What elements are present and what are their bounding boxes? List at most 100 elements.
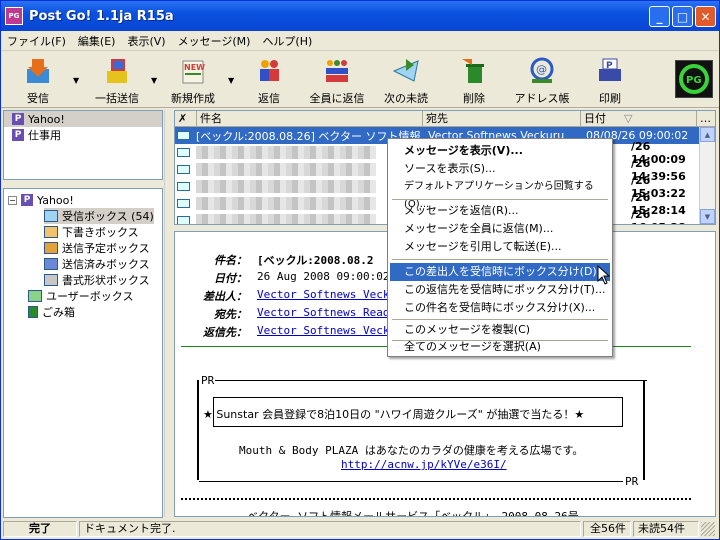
trash-icon [28,306,38,318]
menu-item-reply-all[interactable]: メッセージを全員に返信(M)... [390,220,610,238]
send-dropdown-icon[interactable]: ▼ [151,76,157,85]
menu-separator [392,199,608,200]
dotted-divider [181,498,691,500]
reply-icon [254,56,284,86]
context-menu: メッセージを表示(V)... ソースを表示(S)... デフォルトアプリケーショ… [387,138,613,357]
blurred-subject [196,163,376,176]
blurred-subject [196,197,376,210]
title-bar[interactable]: PG Post Go! 1.1ja R15a _ □ ✕ [1,1,719,31]
envelope-icon [177,131,190,140]
account-item-yahoo[interactable]: P Yahoo! [4,111,162,127]
address-book-icon: @ [527,56,557,86]
app-logo-icon: PG [5,7,23,25]
maximize-button[interactable]: □ [672,6,693,27]
tree-sent[interactable]: 送信済みボックス [44,256,150,272]
toolbar: 受信 ▼ 一括送信 ▼ NEW 新規作成 ▼ 返信 全員に返信 次の未読 削除 [1,52,719,108]
blurred-subject [196,214,376,224]
scroll-down-icon[interactable]: ▼ [700,209,715,224]
account-icon: P [21,194,33,206]
list-scrollbar[interactable]: ▲ ▼ [699,127,715,224]
preview-header-to: 宛先： Vector Softnews Reader [214,306,403,321]
menu-item-reply[interactable]: メッセージを返信(R)... [390,202,610,220]
vertical-splitter[interactable] [164,110,173,517]
menu-item-forward-quoted[interactable]: メッセージを引用して転送(E)... [390,238,610,256]
delete-icon [459,56,489,86]
folder-tree: − P Yahoo! 受信ボックス (54) 下書きボックス 送信予定ボックス 送信… [3,188,163,518]
menu-file[interactable]: ファイル(F) [1,33,72,49]
account-list: P Yahoo! P 仕事用 [3,110,163,180]
menu-item-sort-by-sender[interactable]: この差出人を受信時にボックス分け(D)... [390,263,610,281]
scroll-up-icon[interactable]: ▲ [700,127,715,142]
svg-text:NEW: NEW [184,63,205,72]
main-window: PG Post Go! 1.1ja R15a _ □ ✕ ファイル(F) 編集(… [0,0,720,540]
window-title: Post Go! 1.1ja R15a [29,8,174,24]
template-icon [44,274,58,286]
minimize-button[interactable]: _ [649,6,670,27]
tree-templates[interactable]: 書式形状ボックス [44,272,150,288]
menu-item-open-default-app[interactable]: デフォルトアプリケーションから回覧する(O)... [390,178,610,210]
pr-top-line [215,380,647,381]
status-message: ドキュメント完了. [79,521,581,537]
status-state: 完了 [3,521,77,537]
print-icon: P [595,56,625,86]
inbox-icon [44,210,58,222]
tree-drafts[interactable]: 下書きボックス [44,224,139,240]
preview-header-subject: 件名： [ベックル:2008.08.2 [214,254,374,267]
column-date[interactable]: 日付 ▽ [581,111,697,126]
tree-trash[interactable]: ごみ箱 [28,304,75,320]
menu-edit[interactable]: 編集(E) [72,33,122,49]
resize-grip-icon[interactable] [701,522,715,536]
menu-item-view-message[interactable]: メッセージを表示(V)... [390,142,610,160]
next-unread-icon [391,56,421,86]
receive-dropdown-icon[interactable]: ▼ [73,76,79,85]
collapse-icon[interactable]: − [8,195,17,205]
tree-inbox[interactable]: 受信ボックス (54) [44,208,154,224]
print-button[interactable]: P 印刷 [595,54,625,106]
reply-all-button[interactable]: 全員に返信 [304,54,370,106]
menu-view[interactable]: 表示(V) [121,33,171,49]
tree-user-box[interactable]: ユーザーボックス [28,288,133,304]
menu-item-view-source[interactable]: ソースを表示(S)... [390,160,610,178]
horizontal-splitter[interactable] [3,181,163,187]
reply-button[interactable]: 返信 [251,54,287,106]
list-header: ✗ 件名 宛先 日付 ▽ … [175,111,715,127]
pr-bottom-line [199,481,623,482]
account-icon: P [12,129,24,141]
blurred-subject [196,180,376,193]
address-book-button[interactable]: @ アドレス帳 [513,54,571,106]
delete-button[interactable]: 削除 [457,54,491,106]
preview-header-date: 日付： 26 Aug 2008 09:00:02 + [214,270,403,285]
new-dropdown-icon[interactable]: ▼ [228,76,234,85]
receive-button[interactable]: 受信 [15,54,61,106]
new-message-button[interactable]: NEW 新規作成 [167,54,219,106]
envelope-icon [177,165,190,174]
pr-bottom-label: PR [625,475,639,488]
close-button[interactable]: ✕ [695,6,716,27]
pr-banner-text: ★ Sunstar 会員登録で8泊10日の "ハワイ周遊クルーズ" が抽選で当た… [203,408,585,421]
tree-outbox[interactable]: 送信予定ボックス [44,240,150,256]
menu-item-duplicate[interactable]: このメッセージを複製(C) [390,321,610,339]
tree-root-yahoo[interactable]: − P Yahoo! [8,192,74,208]
receive-icon [23,56,53,86]
menu-item-select-all[interactable]: 全てのメッセージを選択(A) [390,338,610,356]
column-to[interactable]: 宛先 [423,111,581,126]
menu-item-sort-by-reply-to[interactable]: この返信先を受信時にボックス分け(T)... [390,281,610,299]
send-all-button[interactable]: 一括送信 [89,54,145,106]
new-icon: NEW [178,56,208,86]
pr-link[interactable]: http://acnw.jp/kYVe/e36I/ [341,458,507,471]
menu-help[interactable]: ヘルプ(H) [256,33,318,49]
outbox-icon [44,242,58,254]
drafts-icon [44,226,58,238]
next-unread-button[interactable]: 次の未読 [379,54,433,106]
column-flag[interactable]: ✗ [175,111,197,126]
menu-item-sort-by-subject[interactable]: この件名を受信時にボックス分け(X)... [390,299,610,317]
envelope-icon [177,182,190,191]
menu-message[interactable]: メッセージ(M) [172,33,257,49]
brand-logo-icon: PG [675,60,713,98]
envelope-icon [177,216,190,224]
account-item-work[interactable]: P 仕事用 [4,127,162,143]
column-more[interactable]: … [697,111,715,126]
column-subject[interactable]: 件名 [197,111,423,126]
envelope-icon [177,199,190,208]
footer-text: ベクター ソフト情報メールサービス「ベックル」 2008.08.26号 [247,510,579,517]
